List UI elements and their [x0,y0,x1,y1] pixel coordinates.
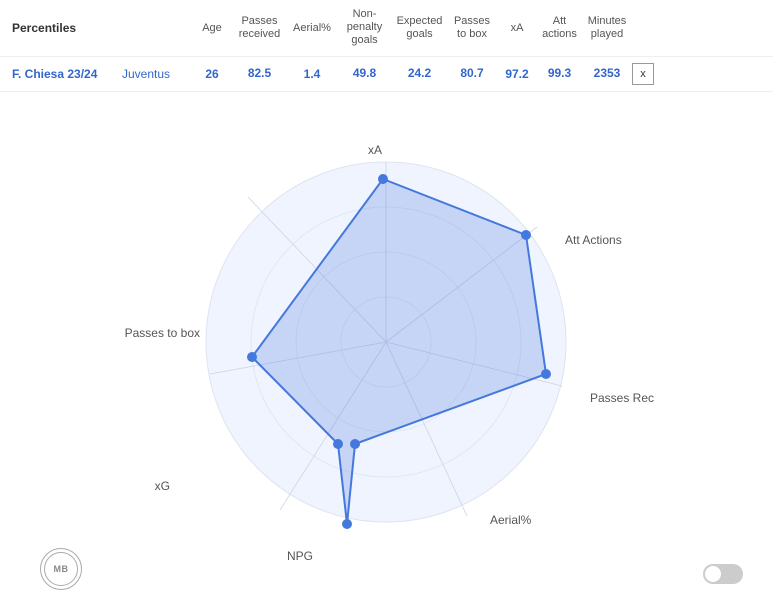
close-row-button[interactable]: x [632,63,660,85]
player-passes-received: 82.5 [232,66,287,80]
col-xa-header: xA [497,22,537,34]
toggle-button[interactable] [703,564,743,584]
col-passes-received-header: Passesreceived [232,15,287,41]
label-passes-rec: Passes Rec [590,391,654,405]
dot-npg [342,519,352,529]
dot-att-actions [521,230,531,240]
col-age-header: Age [192,22,232,34]
dot-aerial [350,439,360,449]
player-passes-box: 80.7 [447,66,497,80]
main-container: Percentiles Age Passesreceived Aerial% N… [0,0,773,602]
player-aerial: 1.4 [287,67,337,81]
dot-passes-rec [541,369,551,379]
label-xg: xG [155,479,170,493]
table-header: Percentiles Age Passesreceived Aerial% N… [0,0,773,57]
player-age: 26 [192,67,232,81]
logo: MB [40,548,82,590]
radar-chart-area: xA Att Actions Passes Rec Aerial% NPG xG… [0,92,773,572]
label-passes-box: Passes to box [125,326,200,340]
player-att-actions: 99.3 [537,66,582,80]
radar-chart: xA Att Actions Passes Rec Aerial% NPG xG… [0,92,773,572]
dot-xg [333,439,343,449]
player-npg: 49.8 [337,66,392,80]
col-minutes-header: Minutesplayed [582,15,632,41]
logo-text: MB [54,564,69,574]
close-icon[interactable]: x [632,63,654,85]
col-passes-box-header: Passesto box [447,15,497,41]
label-att-actions: Att Actions [565,233,622,247]
label-xa: xA [368,143,382,157]
percentiles-label: Percentiles [12,21,192,35]
dot-xa [378,174,388,184]
player-team[interactable]: Juventus [122,67,192,81]
col-aerial-header: Aerial% [287,22,337,34]
label-npg: NPG [287,549,313,563]
logo-inner: MB [44,552,78,586]
player-minutes: 2353 [582,66,632,80]
col-npg-header: Non-penaltygoals [337,8,392,48]
player-xa: 97.2 [497,67,537,81]
player-row: F. Chiesa 23/24 Juventus 26 82.5 1.4 49.… [0,57,773,92]
col-att-actions-header: Attactions [537,15,582,41]
toggle-knob [705,566,721,582]
dot-passes-box [247,352,257,362]
label-aerial: Aerial% [490,513,532,527]
col-xg-header: Expectedgoals [392,15,447,41]
player-name[interactable]: F. Chiesa 23/24 [12,67,122,81]
player-xg: 24.2 [392,66,447,80]
